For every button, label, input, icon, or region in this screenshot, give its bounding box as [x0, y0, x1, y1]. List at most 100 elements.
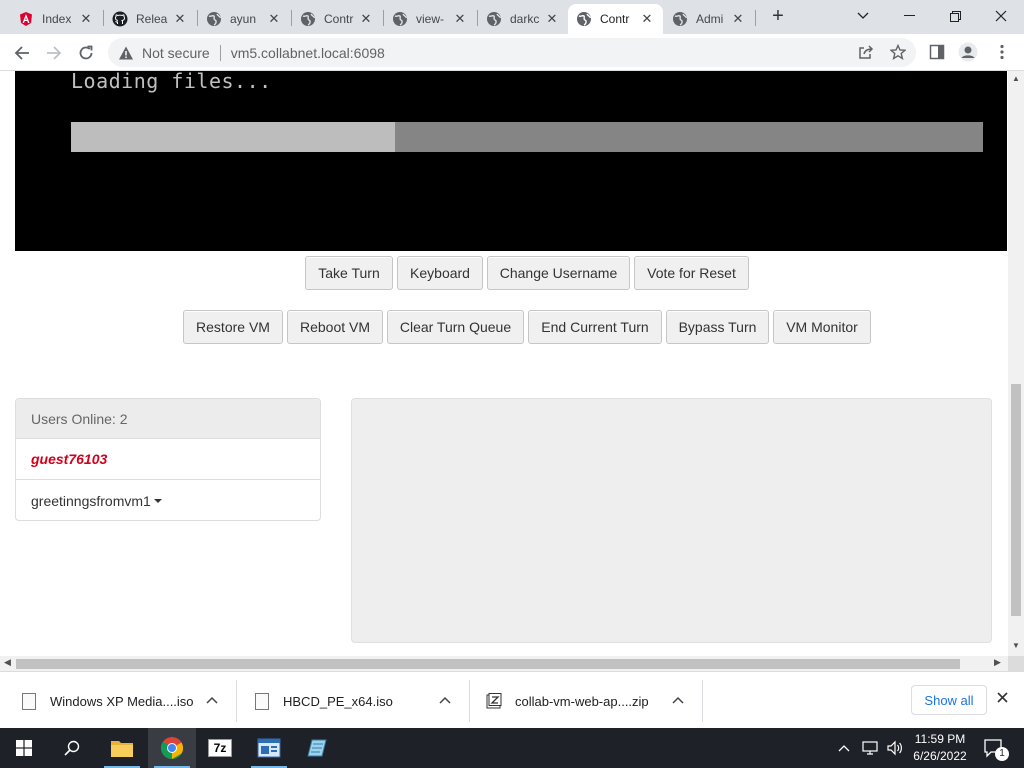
back-icon[interactable] — [9, 40, 35, 66]
download-item[interactable]: HBCD_PE_x64.iso — [255, 679, 463, 723]
close-window-icon[interactable] — [978, 2, 1024, 30]
horizontal-scrollbar[interactable]: ◀ ▶ — [0, 656, 1008, 671]
chrome-icon[interactable] — [148, 728, 196, 768]
restore-icon[interactable] — [932, 2, 978, 30]
globe-icon — [672, 11, 688, 27]
close-icon[interactable]: ✕ — [266, 11, 282, 27]
chat-panel[interactable] — [351, 398, 992, 643]
page-viewport: Loading files... Take Turn Keyboard Chan… — [0, 71, 1008, 656]
vertical-scroll-thumb[interactable] — [1011, 384, 1021, 616]
file-explorer-icon[interactable] — [98, 728, 146, 768]
chevron-up-icon[interactable] — [439, 695, 451, 707]
scroll-left-arrow-icon[interactable]: ◀ — [4, 657, 11, 668]
divider — [219, 44, 221, 61]
keyboard-button[interactable]: Keyboard — [397, 256, 483, 290]
globe-icon — [486, 11, 502, 27]
scroll-down-arrow-icon[interactable]: ▼ — [1012, 641, 1020, 650]
close-icon[interactable]: ✕ — [452, 11, 468, 27]
notifications-icon[interactable]: 1 — [983, 728, 1009, 768]
reload-icon[interactable] — [73, 40, 99, 66]
globe-icon — [576, 11, 592, 27]
close-icon[interactable]: ✕ — [639, 11, 655, 27]
globe-icon — [206, 11, 222, 27]
app-window-icon[interactable] — [245, 728, 293, 768]
7zip-icon[interactable]: 7z — [196, 728, 244, 768]
windows-start-icon[interactable] — [0, 728, 48, 768]
tab-divider — [755, 10, 756, 26]
browser-tab[interactable]: darkc ✕ — [478, 4, 568, 34]
vm-status-text: Loading files... — [71, 71, 272, 93]
browser-tab[interactable]: Admi ✕ — [664, 4, 754, 34]
browser-tab-strip: Index ✕ Relea ✕ ayun ✕ Contr ✕ view- ✕ d… — [0, 0, 1024, 34]
vm-display[interactable]: Loading files... — [15, 71, 1007, 251]
volume-icon[interactable] — [886, 728, 904, 768]
close-icon[interactable]: ✕ — [78, 11, 94, 27]
download-filename: Windows XP Media....iso — [50, 693, 194, 709]
forward-icon[interactable] — [41, 40, 67, 66]
scroll-up-arrow-icon[interactable]: ▲ — [1012, 74, 1020, 83]
reboot-vm-button[interactable]: Reboot VM — [287, 310, 383, 344]
warning-icon[interactable] — [118, 45, 134, 61]
url-text[interactable]: vm5.collabnet.local:6098 — [231, 45, 385, 61]
new-tab-button[interactable]: + — [766, 6, 790, 28]
caret-down-icon[interactable] — [153, 498, 162, 503]
scroll-right-arrow-icon[interactable]: ▶ — [994, 657, 1001, 668]
more-menu-icon[interactable] — [992, 42, 1012, 62]
users-online-panel: Users Online: 2 guest76103 greetinngsfro… — [15, 398, 321, 521]
tab-title: Index — [42, 12, 72, 26]
browser-tab[interactable]: ayun ✕ — [198, 4, 290, 34]
vm-monitor-button[interactable]: VM Monitor — [773, 310, 871, 344]
change-username-button[interactable]: Change Username — [487, 256, 630, 290]
download-filename: collab-vm-web-ap....zip — [515, 693, 649, 709]
browser-tab[interactable]: Index ✕ — [10, 4, 102, 34]
user-list-item[interactable]: greetinngsfromvm1 — [16, 480, 320, 521]
bypass-turn-button[interactable]: Bypass Turn — [666, 310, 769, 344]
notepad-icon[interactable] — [294, 728, 342, 768]
share-icon[interactable] — [856, 42, 876, 62]
globe-icon — [300, 11, 316, 27]
chevron-up-icon[interactable] — [206, 695, 218, 707]
scrollbar-corner — [1008, 656, 1024, 671]
file-icon — [22, 692, 36, 710]
username: guest76103 — [31, 451, 108, 467]
profile-avatar-icon[interactable] — [958, 42, 978, 62]
show-all-button[interactable]: Show all — [911, 685, 987, 715]
restore-vm-button[interactable]: Restore VM — [183, 310, 283, 344]
system-clock[interactable]: 11:59 PM 6/26/2022 — [905, 731, 975, 765]
divider — [702, 680, 703, 722]
security-label[interactable]: Not secure — [142, 45, 210, 61]
tab-title: Relea — [136, 12, 168, 26]
username: greetinngsfromvm1 — [31, 492, 151, 509]
side-panel-icon[interactable] — [927, 42, 947, 62]
close-icon[interactable]: ✕ — [544, 11, 560, 27]
browser-tab[interactable]: Contr ✕ — [292, 4, 382, 34]
minimize-icon[interactable] — [886, 2, 932, 30]
browser-tab-active[interactable]: Contr ✕ — [568, 4, 663, 34]
network-icon[interactable] — [862, 728, 880, 768]
download-item[interactable]: collab-vm-web-ap....zip — [486, 679, 696, 723]
vm-progress-bar — [71, 122, 983, 152]
clock-date: 6/26/2022 — [913, 749, 967, 763]
browser-toolbar: Not secure vm5.collabnet.local:6098 — [0, 34, 1024, 71]
browser-tab[interactable]: view- ✕ — [384, 4, 476, 34]
close-icon[interactable]: ✕ — [172, 11, 188, 27]
vertical-scrollbar[interactable]: ▲ ▼ — [1008, 71, 1024, 656]
vote-for-reset-button[interactable]: Vote for Reset — [634, 256, 749, 290]
chevron-up-icon[interactable] — [672, 695, 684, 707]
tab-search-icon[interactable] — [840, 2, 886, 30]
download-filename: HBCD_PE_x64.iso — [283, 693, 393, 709]
horizontal-scroll-thumb[interactable] — [16, 659, 960, 669]
take-turn-button[interactable]: Take Turn — [305, 256, 393, 290]
browser-tab[interactable]: Relea ✕ — [104, 4, 196, 34]
user-list-item[interactable]: guest76103 — [16, 439, 320, 480]
download-item[interactable]: Windows XP Media....iso — [22, 679, 230, 723]
clear-turn-queue-button[interactable]: Clear Turn Queue — [387, 310, 524, 344]
close-icon[interactable]: ✕ — [730, 11, 746, 27]
bookmark-star-icon[interactable] — [888, 42, 908, 62]
close-icon[interactable]: ✕ — [358, 11, 374, 27]
close-downloads-icon[interactable] — [997, 690, 1008, 708]
show-hidden-icons-icon[interactable] — [838, 728, 850, 768]
search-icon[interactable] — [48, 728, 96, 768]
address-bar[interactable]: Not secure vm5.collabnet.local:6098 — [108, 38, 916, 67]
end-current-turn-button[interactable]: End Current Turn — [528, 310, 662, 344]
